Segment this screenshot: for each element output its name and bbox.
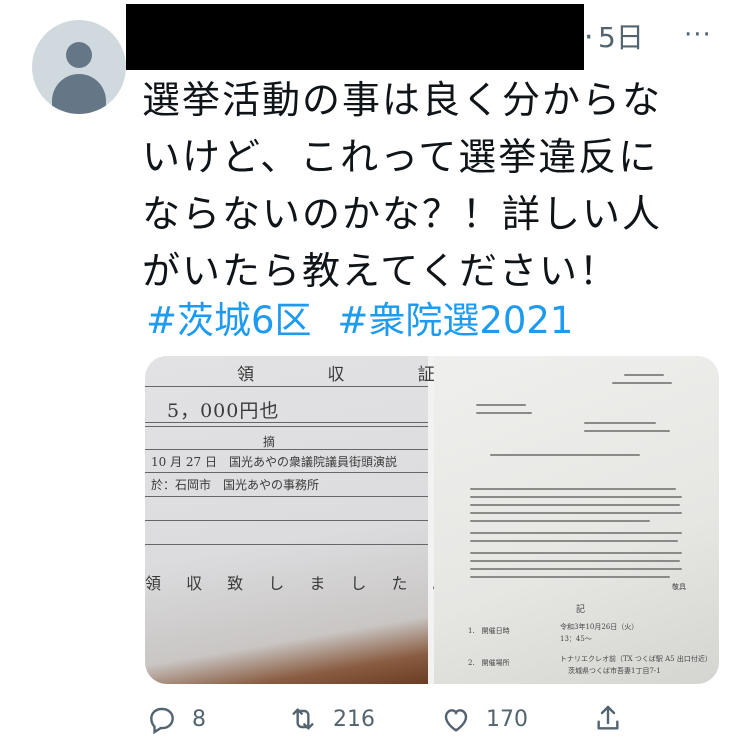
receipt-photo[interactable]: 領 収 証 5，000円也 摘 10 月 27 日 国光あやの衆議院議員街頭演説… [145,356,449,684]
receipt-row: 於：石岡市 国光あやの事務所 [151,478,320,492]
doc-text-line [470,512,682,514]
reply-icon [150,707,174,735]
tweet-timestamp[interactable]: 5日 [598,24,644,52]
doc-item1-label: 1. 開催日時 [468,627,510,635]
retweet-count: 216 [333,706,375,732]
avatar-head-shape [66,42,92,68]
more-options-icon[interactable]: ··· [684,20,712,50]
doc-item1-value: 令和3年10月26日（火） [560,623,639,631]
receipt-footer: 領 収 致 し ま し た 。 [145,574,459,593]
receipt-rule [145,426,428,427]
doc-text-line [470,560,680,562]
doc-item2-value: トナリエクレオ前（TX つくば駅 A5 出口付近） [560,655,712,663]
media-grid: 領 収 証 5，000円也 摘 10 月 27 日 国光あやの衆議院議員街頭演説… [145,356,719,684]
receipt-amount: 5，000円也 [167,400,280,422]
receipt-rule [145,472,428,473]
receipt-rule [145,496,428,497]
retweet-button[interactable]: 216 [287,703,375,735]
tweet-text: 選挙活動の事は良く分からな いけど、これって選挙違反に ならないのかな？！詳しい… [142,72,732,300]
tweet-text-line: いけど、これって選挙違反に [142,135,659,179]
doc-text-line [612,382,672,384]
reply-button[interactable]: 8 [146,703,206,735]
doc-text-line [470,488,676,490]
tweet-text-line: ならないのかな？！詳しい人 [142,192,663,236]
doc-text-line [470,532,682,534]
share-button[interactable] [592,703,638,735]
tweet-text-line: 選挙活動の事は良く分からな [142,78,663,122]
retweet-icon [292,708,314,730]
receipt-rule [145,544,428,545]
share-icon [597,705,619,730]
hashtag-link[interactable]: #茨城6区 [146,299,312,342]
doc-text-line [490,454,640,456]
like-button[interactable]: 170 [440,703,528,735]
doc-item1-time: 13：45～ [560,635,592,643]
receipt-rule [145,449,428,450]
heart-icon [444,709,468,732]
doc-text-line [476,404,526,406]
doc-text-line [624,374,664,376]
receipt-tekiyo: 摘 [263,435,276,449]
separator-dot: · [584,20,594,55]
doc-text-line [476,412,532,414]
doc-keigu: 敬具 [672,583,686,591]
doc-text-line [470,540,678,542]
reply-count: 8 [192,706,206,732]
like-count: 170 [486,706,528,732]
receipt-rule [145,520,428,521]
doc-text-line [470,576,670,578]
doc-text-line [470,504,680,506]
doc-text-line [584,430,670,432]
doc-text-line [470,568,682,570]
tweet-action-bar: 8 216 170 [0,703,744,743]
receipt-row: 10 月 27 日 国光あやの衆議院議員街頭演説 [151,455,397,469]
doc-text-line [470,496,682,498]
doc-text-line [470,520,650,522]
redacted-username [126,4,584,70]
doc-text-line [470,552,682,554]
receipt-rule [145,386,428,387]
doc-item2-label: 2. 開催場所 [468,659,510,667]
document-photo[interactable]: 敬具 記 1. 開催日時 令和3年10月26日（火） 13：45～ 2. 開催場… [434,356,719,684]
hashtags: #茨城6区 #衆院選2021 [146,290,587,344]
avatar[interactable] [32,20,126,114]
avatar-shoulders-shape [52,74,106,114]
receipt-rule [145,422,428,423]
doc-text-line [584,422,656,424]
hashtag-link[interactable]: #衆院選2021 [337,299,573,342]
doc-item2-address: 茨城県つくば市吾妻1丁目7-1 [568,667,661,675]
doc-ki: 記 [576,605,586,615]
